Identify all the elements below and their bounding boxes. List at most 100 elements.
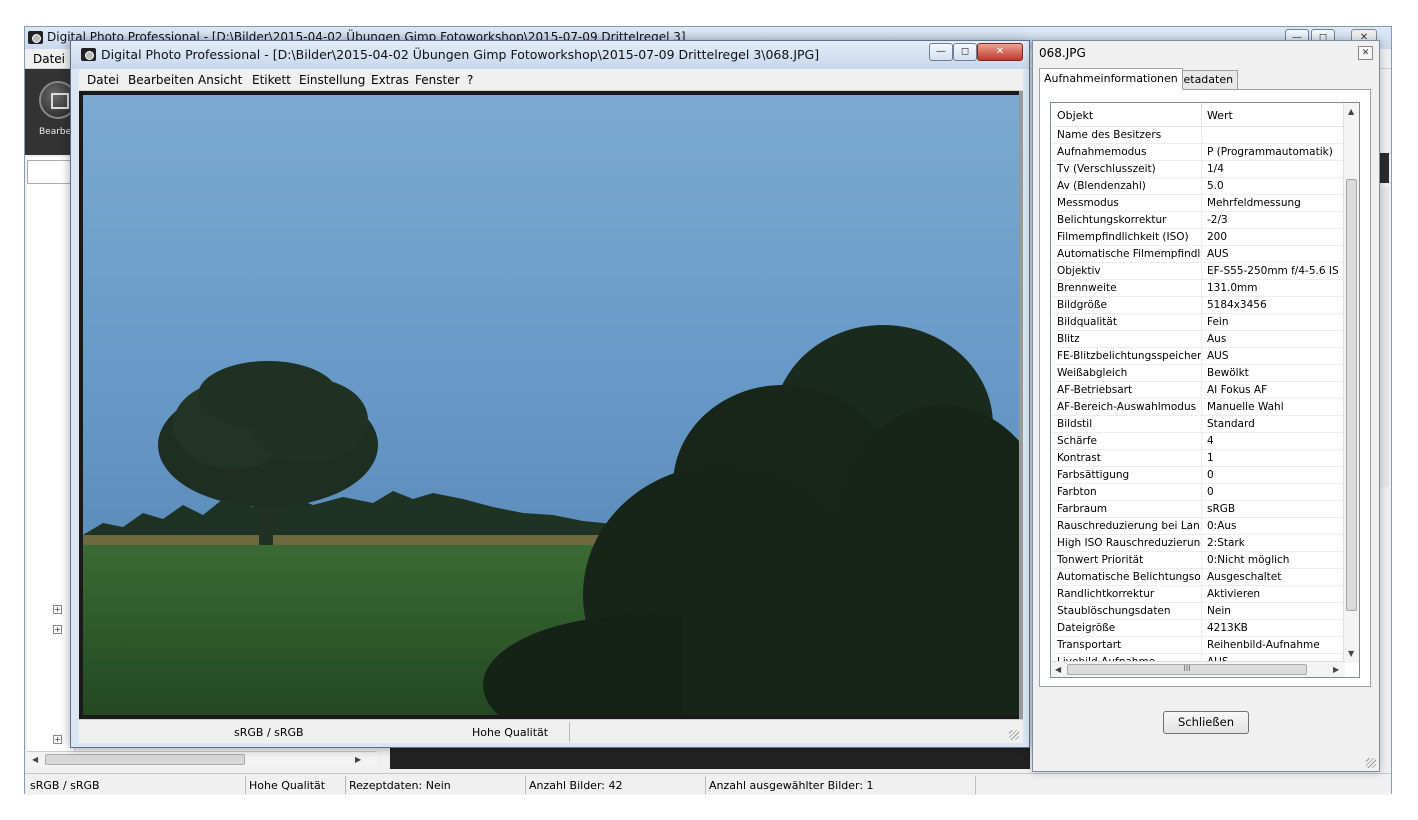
row-value: AI Fokus AF (1207, 384, 1268, 396)
tab-panel: Objekt Wert Name des Besitzers Aufnahmemo… (1039, 89, 1371, 687)
scrollbar-thumb[interactable] (45, 754, 245, 765)
resize-grip-icon[interactable] (1009, 730, 1019, 740)
info-close-icon[interactable]: ✕ (1358, 46, 1373, 60)
viewer-minimize-button[interactable]: — (929, 43, 953, 61)
menu-etikett[interactable]: Etikett (252, 73, 291, 87)
column-header-wert[interactable]: Wert (1207, 109, 1233, 122)
viewer-close-button[interactable]: ✕ (977, 43, 1023, 61)
resize-grip-icon[interactable] (1366, 758, 1376, 768)
tab-aufnahmeinformationen[interactable]: Aufnahmeinformationen (1039, 68, 1183, 90)
table-row[interactable]: Brennweite 131.0mm (1051, 280, 1345, 297)
viewer-titlebar[interactable]: Digital Photo Professional - [D:\Bilder\… (71, 41, 1029, 69)
menu-help[interactable]: ? (467, 73, 473, 87)
scroll-up-icon[interactable]: ▲ (1348, 107, 1354, 116)
table-row[interactable]: Objektiv EF-S55-250mm f/4-5.6 IS II (1051, 263, 1345, 280)
column-separator (1201, 127, 1202, 144)
menu-extras[interactable]: Extras (371, 73, 409, 87)
scrollbar-thumb[interactable] (1346, 179, 1357, 611)
viewer-title: Digital Photo Professional - [D:\Bilder\… (101, 47, 820, 62)
table-row[interactable]: Farbraum sRGB (1051, 501, 1345, 518)
info-window-title: 068.JPG (1039, 46, 1086, 60)
viewer-maximize-button[interactable]: ◻ (953, 43, 977, 61)
main-statusbar: sRGB / sRGB Hohe Qualität Rezeptdaten: N… (25, 773, 1391, 795)
row-key: Automatische Belichtungso... (1057, 571, 1201, 583)
row-value: 0:Aus (1207, 520, 1237, 532)
column-separator (1201, 467, 1202, 484)
thumbnail-strip[interactable] (390, 745, 1030, 769)
column-separator (1201, 586, 1202, 603)
table-row[interactable]: Messmodus Mehrfeldmessung (1051, 195, 1345, 212)
table-row[interactable]: FE-Blitzbelichtungsspeicher... AUS (1051, 348, 1345, 365)
column-separator (1201, 637, 1202, 654)
folder-tree-panel: + + + (27, 157, 75, 757)
table-row[interactable]: Schärfe 4 (1051, 433, 1345, 450)
table-row[interactable]: Randlichtkorrektur Aktivieren (1051, 586, 1345, 603)
scroll-down-icon[interactable]: ▼ (1348, 649, 1354, 658)
table-row[interactable]: Tv (Verschlusszeit) 1/4 (1051, 161, 1345, 178)
scroll-left-icon[interactable]: ◀ (1055, 665, 1061, 674)
column-header-objekt[interactable]: Objekt (1057, 109, 1093, 122)
scrollbar-thumb[interactable]: III (1067, 664, 1307, 675)
column-separator[interactable] (1201, 103, 1202, 127)
viewer-scroll-edge[interactable] (1019, 91, 1023, 719)
row-key: Bildstil (1057, 418, 1093, 430)
column-separator (1201, 331, 1202, 348)
row-key: Farbton (1057, 486, 1097, 498)
table-row[interactable]: Aufnahmemodus P (Programmautomatik) (1051, 144, 1345, 161)
column-separator (1201, 161, 1202, 178)
column-separator (1201, 263, 1202, 280)
table-row[interactable]: Weißabgleich Bewölkt (1051, 365, 1345, 382)
table-row[interactable]: Filmempfindlichkeit (ISO) 200 (1051, 229, 1345, 246)
table-row[interactable]: Kontrast 1 (1051, 450, 1345, 467)
table-horizontal-scrollbar[interactable]: ◀ III ▶ (1051, 661, 1345, 677)
table-row[interactable]: Automatische Belichtungso... Ausgeschalte… (1051, 569, 1345, 586)
row-value: Standard (1207, 418, 1255, 430)
image-canvas[interactable] (79, 91, 1023, 719)
tree-expand-icon[interactable]: + (53, 605, 62, 614)
menu-einstellung[interactable]: Einstellung (299, 73, 365, 87)
table-row[interactable]: Bildstil Standard (1051, 416, 1345, 433)
table-row[interactable]: Rauschreduzierung bei Lan... 0:Aus (1051, 518, 1345, 535)
table-row[interactable]: Belichtungskorrektur -2/3 (1051, 212, 1345, 229)
menu-fenster[interactable]: Fenster (415, 73, 460, 87)
table-row[interactable]: Av (Blendenzahl) 5.0 (1051, 178, 1345, 195)
column-separator (1201, 484, 1202, 501)
table-row[interactable]: Dateigröße 4213KB (1051, 620, 1345, 637)
table-row[interactable]: Farbton 0 (1051, 484, 1345, 501)
row-key: Kontrast (1057, 452, 1101, 464)
scroll-left-icon[interactable]: ◀ (32, 755, 38, 764)
schliessen-button[interactable]: Schließen (1163, 711, 1249, 734)
tree-expand-icon[interactable]: + (53, 735, 62, 744)
table-row[interactable]: Blitz Aus (1051, 331, 1345, 348)
menu-datei[interactable]: Datei (33, 52, 65, 66)
table-row[interactable]: AF-Betriebsart AI Fokus AF (1051, 382, 1345, 399)
column-separator (1201, 382, 1202, 399)
table-row[interactable]: Bildqualität Fein (1051, 314, 1345, 331)
folder-path-input[interactable] (27, 160, 73, 184)
menu-datei[interactable]: Datei (87, 73, 119, 87)
table-row[interactable]: Farbsättigung 0 (1051, 467, 1345, 484)
scroll-right-icon[interactable]: ▶ (1333, 665, 1339, 674)
table-vertical-scrollbar[interactable]: ▲ ▼ (1343, 103, 1359, 663)
table-row[interactable]: Tonwert Priorität 0:Nicht möglich (1051, 552, 1345, 569)
tree-expand-icon[interactable]: + (53, 625, 62, 634)
row-value: Manuelle Wahl (1207, 401, 1284, 413)
row-value: 2:Stark (1207, 537, 1245, 549)
table-row[interactable]: High ISO Rauschreduzierung 2:Stark (1051, 535, 1345, 552)
tree-horizontal-scrollbar[interactable]: ◀ ▶ (27, 751, 377, 767)
table-row[interactable]: AF-Bereich-Auswahlmodus Manuelle Wahl (1051, 399, 1345, 416)
row-value: AUS (1207, 350, 1229, 362)
table-row[interactable]: Automatische Filmempfindli... AUS (1051, 246, 1345, 263)
menu-ansicht[interactable]: Ansicht (198, 73, 242, 87)
table-row[interactable]: Bildgröße 5184x3456 (1051, 297, 1345, 314)
column-separator (1201, 178, 1202, 195)
table-header: Objekt Wert (1051, 103, 1345, 127)
column-separator (1201, 603, 1202, 620)
table-row[interactable]: Transportart Reihenbild-Aufnahme (1051, 637, 1345, 654)
column-separator (1201, 399, 1202, 416)
row-value: 200 (1207, 231, 1228, 243)
table-row[interactable]: Staublöschungsdaten Nein (1051, 603, 1345, 620)
menu-bearbeiten[interactable]: Bearbeiten (128, 73, 194, 87)
table-row[interactable]: Name des Besitzers (1051, 127, 1345, 144)
scroll-right-icon[interactable]: ▶ (355, 755, 361, 764)
